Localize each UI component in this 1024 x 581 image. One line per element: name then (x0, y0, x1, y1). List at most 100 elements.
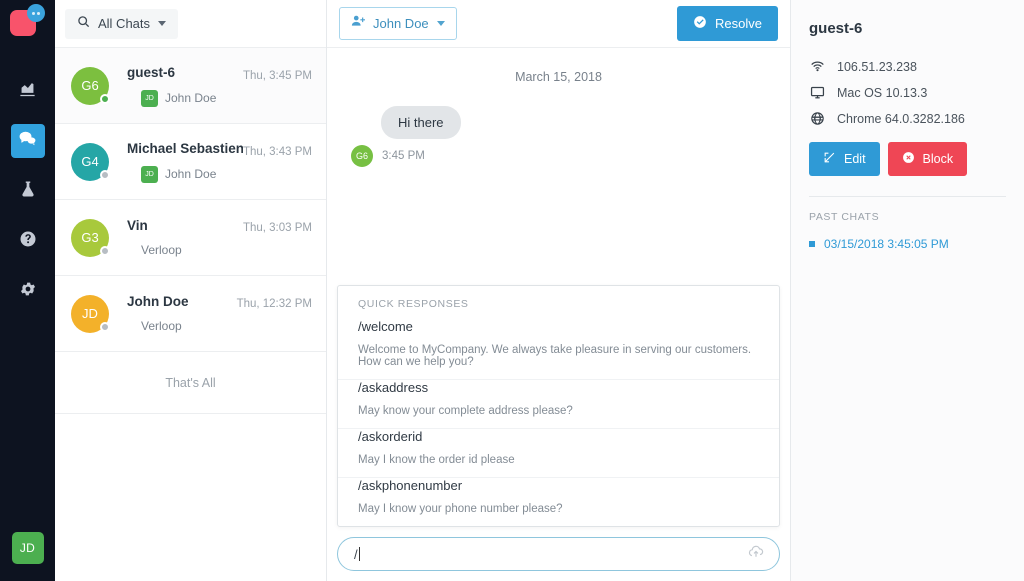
globe-icon (809, 111, 825, 126)
sidebar-item-chats[interactable] (10, 124, 45, 158)
chat-list-item[interactable]: G6 guest-6 JD John Doe Thu, 3:45 PM (55, 48, 326, 124)
quick-response-item[interactable]: /askaddress May know your complete addres… (338, 380, 779, 428)
chat-list-item[interactable]: G3 Vin Verloop Thu, 3:03 PM (55, 200, 326, 276)
conversation-header: John Doe Resolve (327, 0, 790, 48)
date-separator: March 15, 2018 (515, 70, 602, 84)
chat-item-agent: Verloop (127, 243, 243, 257)
avatar: JD (71, 294, 110, 333)
chat-list-header: All Chats (55, 0, 326, 48)
message-input[interactable]: / (337, 537, 780, 571)
agent-avatar-badge: JD (141, 89, 158, 107)
monitor-icon (809, 85, 825, 100)
chat-icon (18, 129, 37, 153)
bullet-icon (809, 241, 815, 247)
message-meta: G6 3:45 PM (351, 145, 790, 167)
status-badge (100, 93, 110, 104)
message-avatar: G6 (351, 145, 373, 167)
composer: / (337, 537, 780, 571)
quick-response-text: May I know your phone number please? (358, 503, 563, 515)
quick-response-text: May I know the order id please (358, 454, 515, 466)
verloop-logo[interactable] (0, 0, 55, 52)
chat-list-item[interactable]: JD John Doe Verloop Thu, 12:32 PM (55, 276, 326, 352)
text-caret (358, 547, 360, 561)
block-button-label: Block (922, 152, 954, 166)
all-chats-filter-label: All Chats (98, 16, 151, 31)
sidebar-item-analytics[interactable] (11, 74, 45, 108)
past-chats-title: PAST CHATS (809, 211, 880, 223)
chat-list-panel: All Chats G6 guest-6 JD John Doe Thu, 3:45 P… (55, 0, 327, 581)
wifi-icon (809, 59, 825, 74)
chat-item-agent-name: John Doe (165, 91, 217, 105)
visitor-ip-value: 106.51.23.238 (837, 59, 917, 74)
pencil-square-icon (823, 151, 836, 167)
gear-icon (19, 280, 37, 303)
chat-item-agent: JD John Doe (127, 89, 243, 107)
chat-item-name: John Doe (127, 294, 189, 309)
sidebar-item-settings[interactable] (11, 274, 45, 308)
list-footer-label: That's All (55, 352, 326, 414)
logo-bubble-icon (27, 4, 45, 22)
sidebar-item-help[interactable] (11, 224, 45, 258)
visitor-actions: Edit Block (809, 142, 1006, 176)
question-circle-icon (19, 230, 37, 253)
visitor-browser-row: Chrome 64.0.3282.186 (809, 111, 1006, 126)
agent-avatar-badge: JD (141, 165, 158, 183)
quick-response-item[interactable]: /askphonenumber May I know your phone num… (338, 478, 779, 526)
chat-item-main: John Doe Verloop (127, 294, 237, 333)
cloud-upload-icon[interactable] (747, 543, 765, 566)
chat-item-name: Michael Sebastien (127, 140, 243, 156)
flask-icon (19, 180, 37, 203)
chevron-down-icon (158, 21, 167, 26)
quick-responses-popup: QUICK RESPONSES /welcome Welcome to MyCom… (337, 285, 780, 527)
quick-response-item[interactable]: /askorderid May I know the order id pleas… (338, 429, 779, 477)
block-button[interactable]: Block (887, 142, 968, 176)
message-bubble: Hi there (381, 106, 461, 139)
edit-button-label: Edit (844, 152, 866, 166)
chat-item-name: Vin (127, 218, 148, 233)
left-nav-rail: JD (0, 0, 55, 581)
resolve-button-label: Resolve (715, 16, 762, 31)
panel-divider (809, 196, 1006, 197)
app-root: JD All Chats G6 guest-6 JD John Doe Thu, 3:4… (0, 0, 1024, 581)
quick-response-command: /askaddress (358, 380, 429, 395)
chat-rows: G6 guest-6 JD John Doe Thu, 3:45 PM G4 Michael… (55, 48, 326, 352)
x-circle-icon (902, 151, 915, 167)
quick-response-command: /askorderid (358, 429, 423, 444)
all-chats-filter[interactable]: All Chats (65, 8, 179, 39)
chat-item-agent-name: John Doe (165, 167, 217, 181)
assignee-dropdown[interactable]: John Doe (339, 7, 457, 40)
avatar: G3 (71, 218, 110, 257)
quick-response-command: /welcome (358, 319, 413, 334)
quick-responses-list: /welcome Welcome to MyCompany. We always … (338, 319, 779, 526)
quick-response-text: Welcome to MyCompany. We always take ple… (358, 344, 752, 368)
message-time: 3:45 PM (382, 150, 425, 162)
chevron-down-icon (436, 21, 445, 26)
visitor-browser-value: Chrome 64.0.3282.186 (837, 111, 965, 126)
chat-item-agent: Verloop (127, 319, 237, 333)
visitor-os-value: Mac OS 10.13.3 (837, 85, 928, 100)
page-title: guest-6 (809, 20, 863, 37)
resolve-button[interactable]: Resolve (677, 6, 778, 41)
past-chat-label: 03/15/2018 3:45:05 PM (824, 237, 949, 251)
chat-item-main: guest-6 JD John Doe (127, 65, 243, 107)
chat-item-agent-name: Verloop (141, 243, 182, 257)
avatar: G4 (71, 142, 110, 181)
chat-item-time: Thu, 3:43 PM (242, 146, 312, 158)
quick-response-text: May know your complete address please? (358, 405, 573, 417)
search-icon (77, 15, 90, 33)
chat-item-agent-name: Verloop (141, 319, 182, 333)
edit-button[interactable]: Edit (809, 142, 880, 176)
avatar[interactable]: JD (11, 532, 44, 564)
chat-list-item[interactable]: G4 Michael Sebastien JD John Doe Thu, 3:43 P… (55, 124, 326, 200)
rail-item-list (10, 74, 45, 324)
quick-responses-title: QUICK RESPONSES (358, 298, 469, 310)
sidebar-item-lab[interactable] (11, 174, 45, 208)
visitor-os-row: Mac OS 10.13.3 (809, 85, 1006, 100)
chat-item-time: Thu, 12:32 PM (236, 298, 312, 310)
visitor-details-panel: guest-6 106.51.23.238 Mac OS 10.13.3 Chr… (791, 0, 1024, 581)
status-badge (100, 321, 110, 332)
chat-item-time: Thu, 3:45 PM (242, 70, 312, 82)
quick-response-item[interactable]: /welcome Welcome to MyCompany. We always … (338, 319, 779, 379)
past-chat-item[interactable]: 03/15/2018 3:45:05 PM (809, 237, 1006, 251)
chat-item-main: Michael Sebastien JD John Doe (127, 141, 243, 183)
